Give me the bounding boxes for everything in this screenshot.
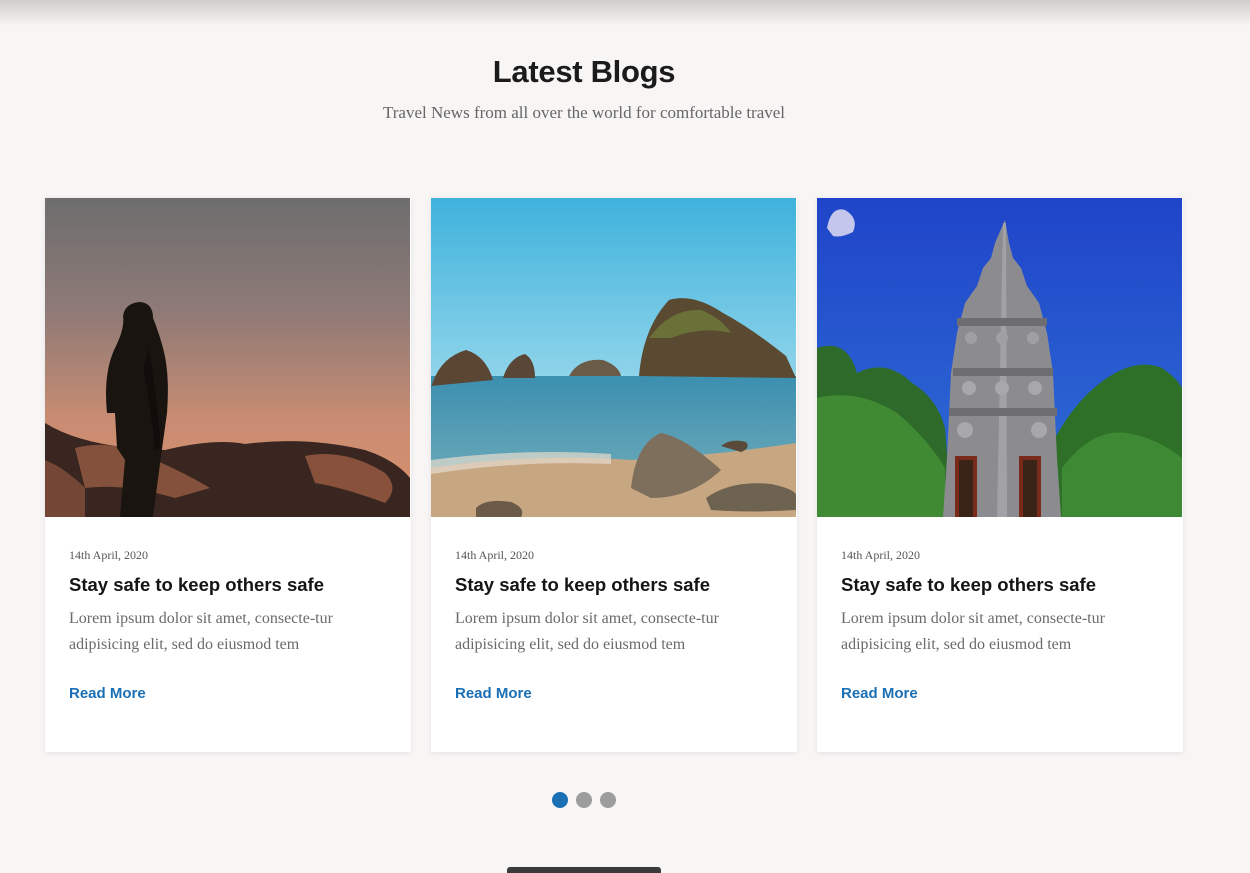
card-image[interactable] xyxy=(817,198,1182,517)
carousel-dot[interactable] xyxy=(576,792,592,808)
top-header-shadow xyxy=(0,0,1250,26)
section-subtitle: Travel News from all over the world for … xyxy=(382,103,786,122)
card-image[interactable] xyxy=(45,198,410,517)
card-title[interactable]: Stay safe to keep others safe xyxy=(69,574,324,596)
hiker-silhouette-sunset-image xyxy=(45,198,410,517)
blog-card[interactable]: 14th April, 2020 Stay safe to keep other… xyxy=(431,198,797,752)
carousel-pagination xyxy=(552,792,616,808)
card-date: 14th April, 2020 xyxy=(455,548,535,562)
card-excerpt: Lorem ipsum dolor sit amet, consecte-tur… xyxy=(841,610,1105,653)
card-image[interactable] xyxy=(431,198,796,517)
card-title[interactable]: Stay safe to keep others safe xyxy=(455,574,710,596)
read-more-link[interactable]: Read More xyxy=(69,685,146,702)
rocky-beach-sea-image xyxy=(431,198,796,517)
carousel-dot[interactable] xyxy=(600,792,616,808)
blog-card[interactable]: 14th April, 2020 Stay safe to keep other… xyxy=(817,198,1183,752)
card-date: 14th April, 2020 xyxy=(841,548,921,562)
blog-card[interactable]: 14th April, 2020 Stay safe to keep other… xyxy=(45,198,411,752)
card-date: 14th April, 2020 xyxy=(69,548,149,562)
card-title[interactable]: Stay safe to keep others safe xyxy=(841,574,1096,596)
bottom-bar xyxy=(507,867,661,873)
section-title: Latest Blogs xyxy=(492,54,676,89)
read-more-link[interactable]: Read More xyxy=(455,685,532,702)
read-more-link[interactable]: Read More xyxy=(841,685,918,702)
temple-tower-trees-image xyxy=(817,198,1182,517)
carousel-dot[interactable] xyxy=(552,792,568,808)
card-excerpt: Lorem ipsum dolor sit amet, consecte-tur… xyxy=(455,610,719,653)
card-excerpt: Lorem ipsum dolor sit amet, consecte-tur… xyxy=(69,610,333,653)
